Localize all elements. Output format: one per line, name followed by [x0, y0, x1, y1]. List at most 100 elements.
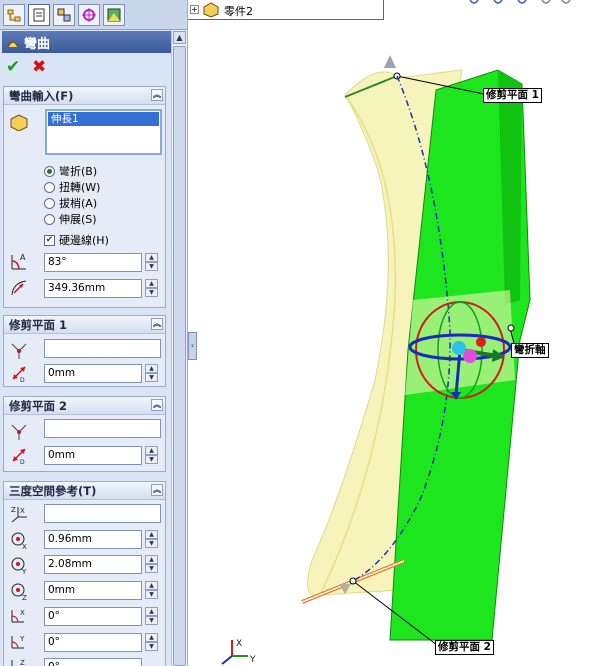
option-stretch[interactable]: 伸展(S) — [44, 211, 97, 227]
option-bend[interactable]: 彎折(B) — [44, 163, 97, 179]
offset-distance-icon: D — [12, 448, 26, 465]
view-orientation-triad: X Y — [221, 639, 256, 665]
hard-edges-checkbox[interactable]: ✔ — [44, 234, 55, 246]
triad-title: 三度空間參考(T) — [9, 484, 97, 498]
trim-plane-2-title: 修剪平面 2 — [9, 399, 68, 413]
trim-plane-1-arrow[interactable] — [384, 55, 396, 68]
radius-field[interactable]: 349.36mm — [44, 279, 142, 298]
ok-cancel-bar: ✔ ✖ — [2, 55, 184, 81]
bend-radio-label: 彎折(B) — [59, 165, 98, 178]
x-translation-icon: X — [11, 532, 27, 550]
option-taper[interactable]: 拔梢(A) — [44, 195, 97, 211]
z-coordinate-field[interactable]: 0mm — [44, 581, 142, 600]
z-rotation-icon: Z — [11, 659, 25, 666]
expand-button[interactable]: + — [190, 5, 199, 14]
trim-plane-1-callout[interactable]: 修剪平面 1 — [483, 88, 542, 103]
cancel-button[interactable]: ✖ — [32, 57, 46, 77]
vertex-reference-icon — [11, 343, 27, 359]
taper-radio[interactable] — [44, 197, 55, 209]
triad-reference-field[interactable] — [44, 504, 161, 523]
feature-title-bar: 彎曲 ? — [2, 31, 184, 53]
radius-icon — [11, 280, 27, 296]
property-manager-tab[interactable] — [28, 4, 50, 26]
offset-distance-icon: D — [12, 366, 26, 383]
angle-field[interactable]: 83° — [44, 253, 142, 272]
collapse-icon[interactable]: ︽ — [151, 318, 163, 330]
feature-manager-tab[interactable] — [3, 4, 25, 26]
collapse-icon[interactable]: ︽ — [151, 484, 163, 496]
dimxpert-tab[interactable] — [78, 4, 100, 26]
twist-radio-label: 扭轉(W) — [59, 181, 101, 194]
vertex-reference-icon — [11, 424, 27, 440]
svg-text:X: X — [20, 609, 25, 617]
svg-text:Y: Y — [21, 568, 27, 575]
option-twist[interactable]: 扭轉(W) — [44, 179, 100, 195]
collapse-icon[interactable]: ︽ — [151, 399, 163, 411]
property-manager-panel: 彎曲 ? ✔ ✖ 彎曲輸入(F) ︽ 伸長1 彎折(B) 扭轉(W) 拔梢(A) — [0, 0, 188, 666]
angle-icon: A — [11, 253, 26, 270]
y-rotation-field[interactable]: 0° — [44, 633, 142, 652]
y-coordinate-field[interactable]: 2.08mm — [44, 555, 142, 574]
bodies-for-bend-icon — [10, 114, 28, 131]
svg-text:Z: Z — [11, 506, 16, 514]
angle-spinner[interactable]: ▲ ▼ — [145, 253, 158, 272]
x-rotation-field[interactable]: 0° — [44, 607, 142, 626]
z-rotation-field[interactable]: 0° — [44, 658, 142, 666]
trim-plane-2-header[interactable]: 修剪平面 2 ︽ — [4, 397, 165, 415]
svg-text:X: X — [236, 639, 242, 649]
bend-radio[interactable] — [44, 165, 55, 177]
panel-scrollbar[interactable]: ▲ — [171, 30, 187, 666]
x-coordinate-spinner[interactable]: ▲ ▼ — [145, 530, 158, 549]
hard-edges-option[interactable]: ✔ 硬邊線(H) — [44, 232, 109, 248]
bend-input-header[interactable]: 彎曲輸入(F) ︽ — [4, 87, 165, 105]
z-coordinate-spinner[interactable]: ▲ ▼ — [145, 581, 158, 600]
part-label[interactable]: 零件2 — [224, 3, 253, 19]
trim-plane-1-offset-field[interactable]: 0mm — [44, 364, 142, 383]
selected-body-item[interactable]: 伸長1 — [48, 112, 159, 126]
twist-radio[interactable] — [44, 181, 55, 193]
scroll-up-arrow[interactable]: ▲ — [173, 31, 186, 44]
trim-plane-2-callout[interactable]: 修剪平面 2 — [435, 640, 494, 655]
bend-axis-handle[interactable] — [507, 324, 515, 332]
trim-plane-2-offset-field[interactable]: 0mm — [44, 446, 142, 465]
taper-radio-label: 拔梢(A) — [59, 197, 98, 210]
bend-input-title: 彎曲輸入(F) — [9, 89, 74, 103]
y-translation-icon: Y — [11, 557, 27, 575]
triad-group: 三度空間參考(T) ︽ XZ X 0.96mm ▲ ▼ Y 2.08mm ▲ ▼ Z… — [3, 481, 166, 666]
trim-plane-1-header[interactable]: 修剪平面 1 ︽ — [4, 316, 165, 334]
bodies-listbox[interactable]: 伸長1 — [45, 109, 162, 155]
feature-tree-strip: + 零件2 — [188, 0, 384, 20]
y-rotation-spinner[interactable]: ▲ ▼ — [145, 633, 158, 652]
stretch-radio-label: 伸展(S) — [59, 213, 97, 226]
display-manager-tab[interactable] — [103, 4, 125, 26]
trim-plane-1-title: 修剪平面 1 — [9, 318, 68, 332]
trim-plane-2-reference-field[interactable] — [44, 419, 161, 438]
svg-text:X: X — [22, 543, 27, 550]
radius-spinner[interactable]: ▲ ▼ — [145, 279, 158, 298]
x-rotation-icon: X — [11, 609, 25, 623]
scroll-thumb[interactable] — [173, 46, 186, 666]
trim-plane-1-group: 修剪平面 1 ︽ D 0mm ▲ ▼ — [3, 315, 166, 387]
y-coordinate-spinner[interactable]: ▲ ▼ — [145, 555, 158, 574]
collapse-icon[interactable]: ︽ — [151, 89, 163, 101]
svg-text:D: D — [20, 377, 25, 383]
svg-text:Z: Z — [20, 659, 25, 666]
svg-text:A: A — [20, 253, 26, 262]
stretch-radio[interactable] — [44, 213, 55, 225]
ok-button[interactable]: ✔ — [6, 57, 20, 77]
bend-axis-callout[interactable]: 彎折軸 — [511, 343, 549, 358]
z-translation-icon: Z — [11, 583, 27, 601]
y-rotation-icon: Y — [11, 635, 25, 649]
trim-plane-1-reference-field[interactable] — [44, 339, 161, 358]
trim-plane-2-offset-spinner[interactable]: ▲ ▼ — [145, 446, 158, 465]
trim-plane-1-offset-spinner[interactable]: ▲ ▼ — [145, 364, 158, 383]
graphics-area[interactable]: X Y 修剪平面 1 彎折軸 修剪平面 2 — [189, 20, 592, 666]
triad-header[interactable]: 三度空間參考(T) ︽ — [4, 482, 165, 500]
x-coordinate-field[interactable]: 0.96mm — [44, 530, 142, 549]
configuration-manager-tab[interactable] — [53, 4, 75, 26]
x-rotation-spinner[interactable]: ▲ ▼ — [145, 607, 158, 626]
svg-text:X: X — [20, 507, 25, 515]
triad-reference-icon: XZ — [11, 506, 27, 523]
svg-text:D: D — [20, 459, 25, 465]
feature-tree-icon — [7, 9, 21, 22]
